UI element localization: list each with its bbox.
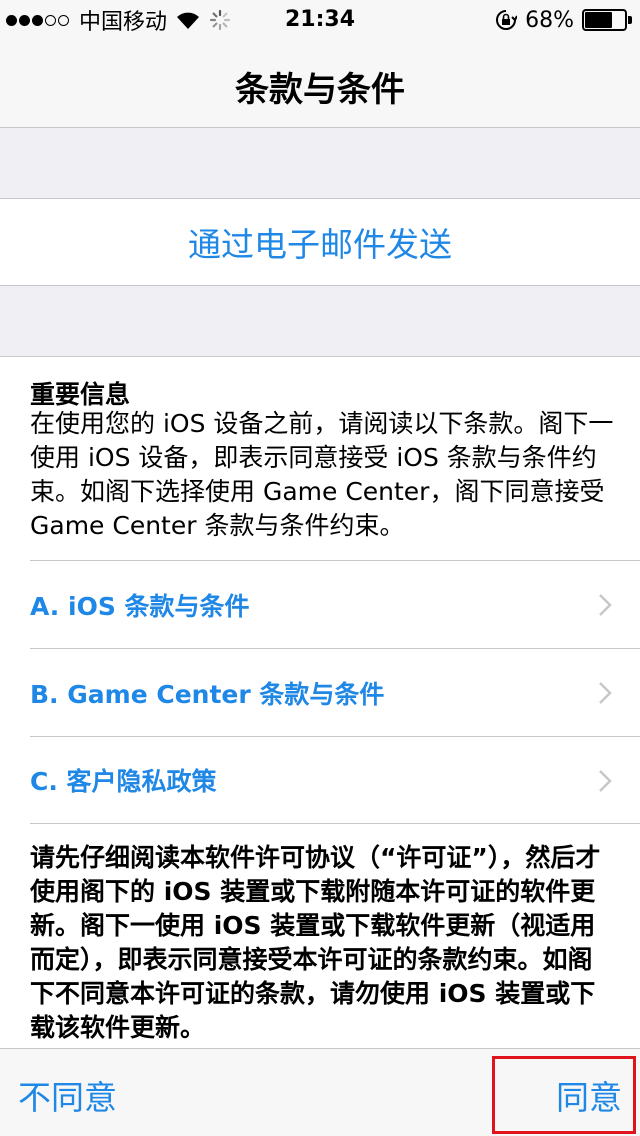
rotation-lock-icon — [496, 10, 518, 30]
status-bar: 中国移动 21:34 68% — [0, 0, 640, 40]
important-info-heading: 重要信息 — [30, 380, 131, 409]
page-title: 条款与条件 — [235, 70, 405, 110]
chevron-right-icon — [599, 594, 612, 616]
chevron-right-icon — [599, 682, 612, 704]
email-send-cell[interactable]: 通过电子邮件发送 — [0, 198, 640, 286]
link-game-center-terms[interactable]: B. Game Center 条款与条件 — [30, 648, 640, 736]
battery-icon — [582, 9, 632, 31]
link-label[interactable]: A. iOS 条款与条件 — [30, 587, 250, 623]
link-label[interactable]: C. 客户隐私政策 — [30, 762, 217, 798]
link-privacy-policy[interactable]: C. 客户隐私政策 — [30, 736, 640, 824]
important-info-text: 在使用您的 iOS 设备之前，请阅读以下条款。阁下一使用 iOS 设备，即表示同… — [30, 409, 614, 540]
link-label[interactable]: B. Game Center 条款与条件 — [30, 675, 384, 711]
battery-nub — [628, 16, 632, 24]
agree-highlight-box — [492, 1056, 636, 1134]
screen: 中国移动 21:34 68% 条款与条件 通过电子邮件发送 重要信息 在使用您的… — [0, 0, 640, 1136]
link-ios-terms[interactable]: A. iOS 条款与条件 — [30, 560, 640, 648]
chevron-right-icon — [599, 770, 612, 792]
battery-percentage: 68% — [525, 7, 574, 33]
license-text: 请先仔细阅读本软件许可协议（“许可证”），然后才使用阁下的 iOS 装置或下载附… — [30, 843, 601, 1042]
battery-fill — [585, 12, 612, 28]
send-by-email-button[interactable]: 通过电子邮件发送 — [188, 218, 452, 266]
top-bar: 中国移动 21:34 68% 条款与条件 — [0, 0, 640, 128]
disagree-button[interactable]: 不同意 — [18, 1071, 117, 1119]
status-right: 68% — [495, 6, 632, 34]
terms-content[interactable]: 重要信息 在使用您的 iOS 设备之前，请阅读以下条款。阁下一使用 iOS 设备… — [0, 356, 640, 1049]
